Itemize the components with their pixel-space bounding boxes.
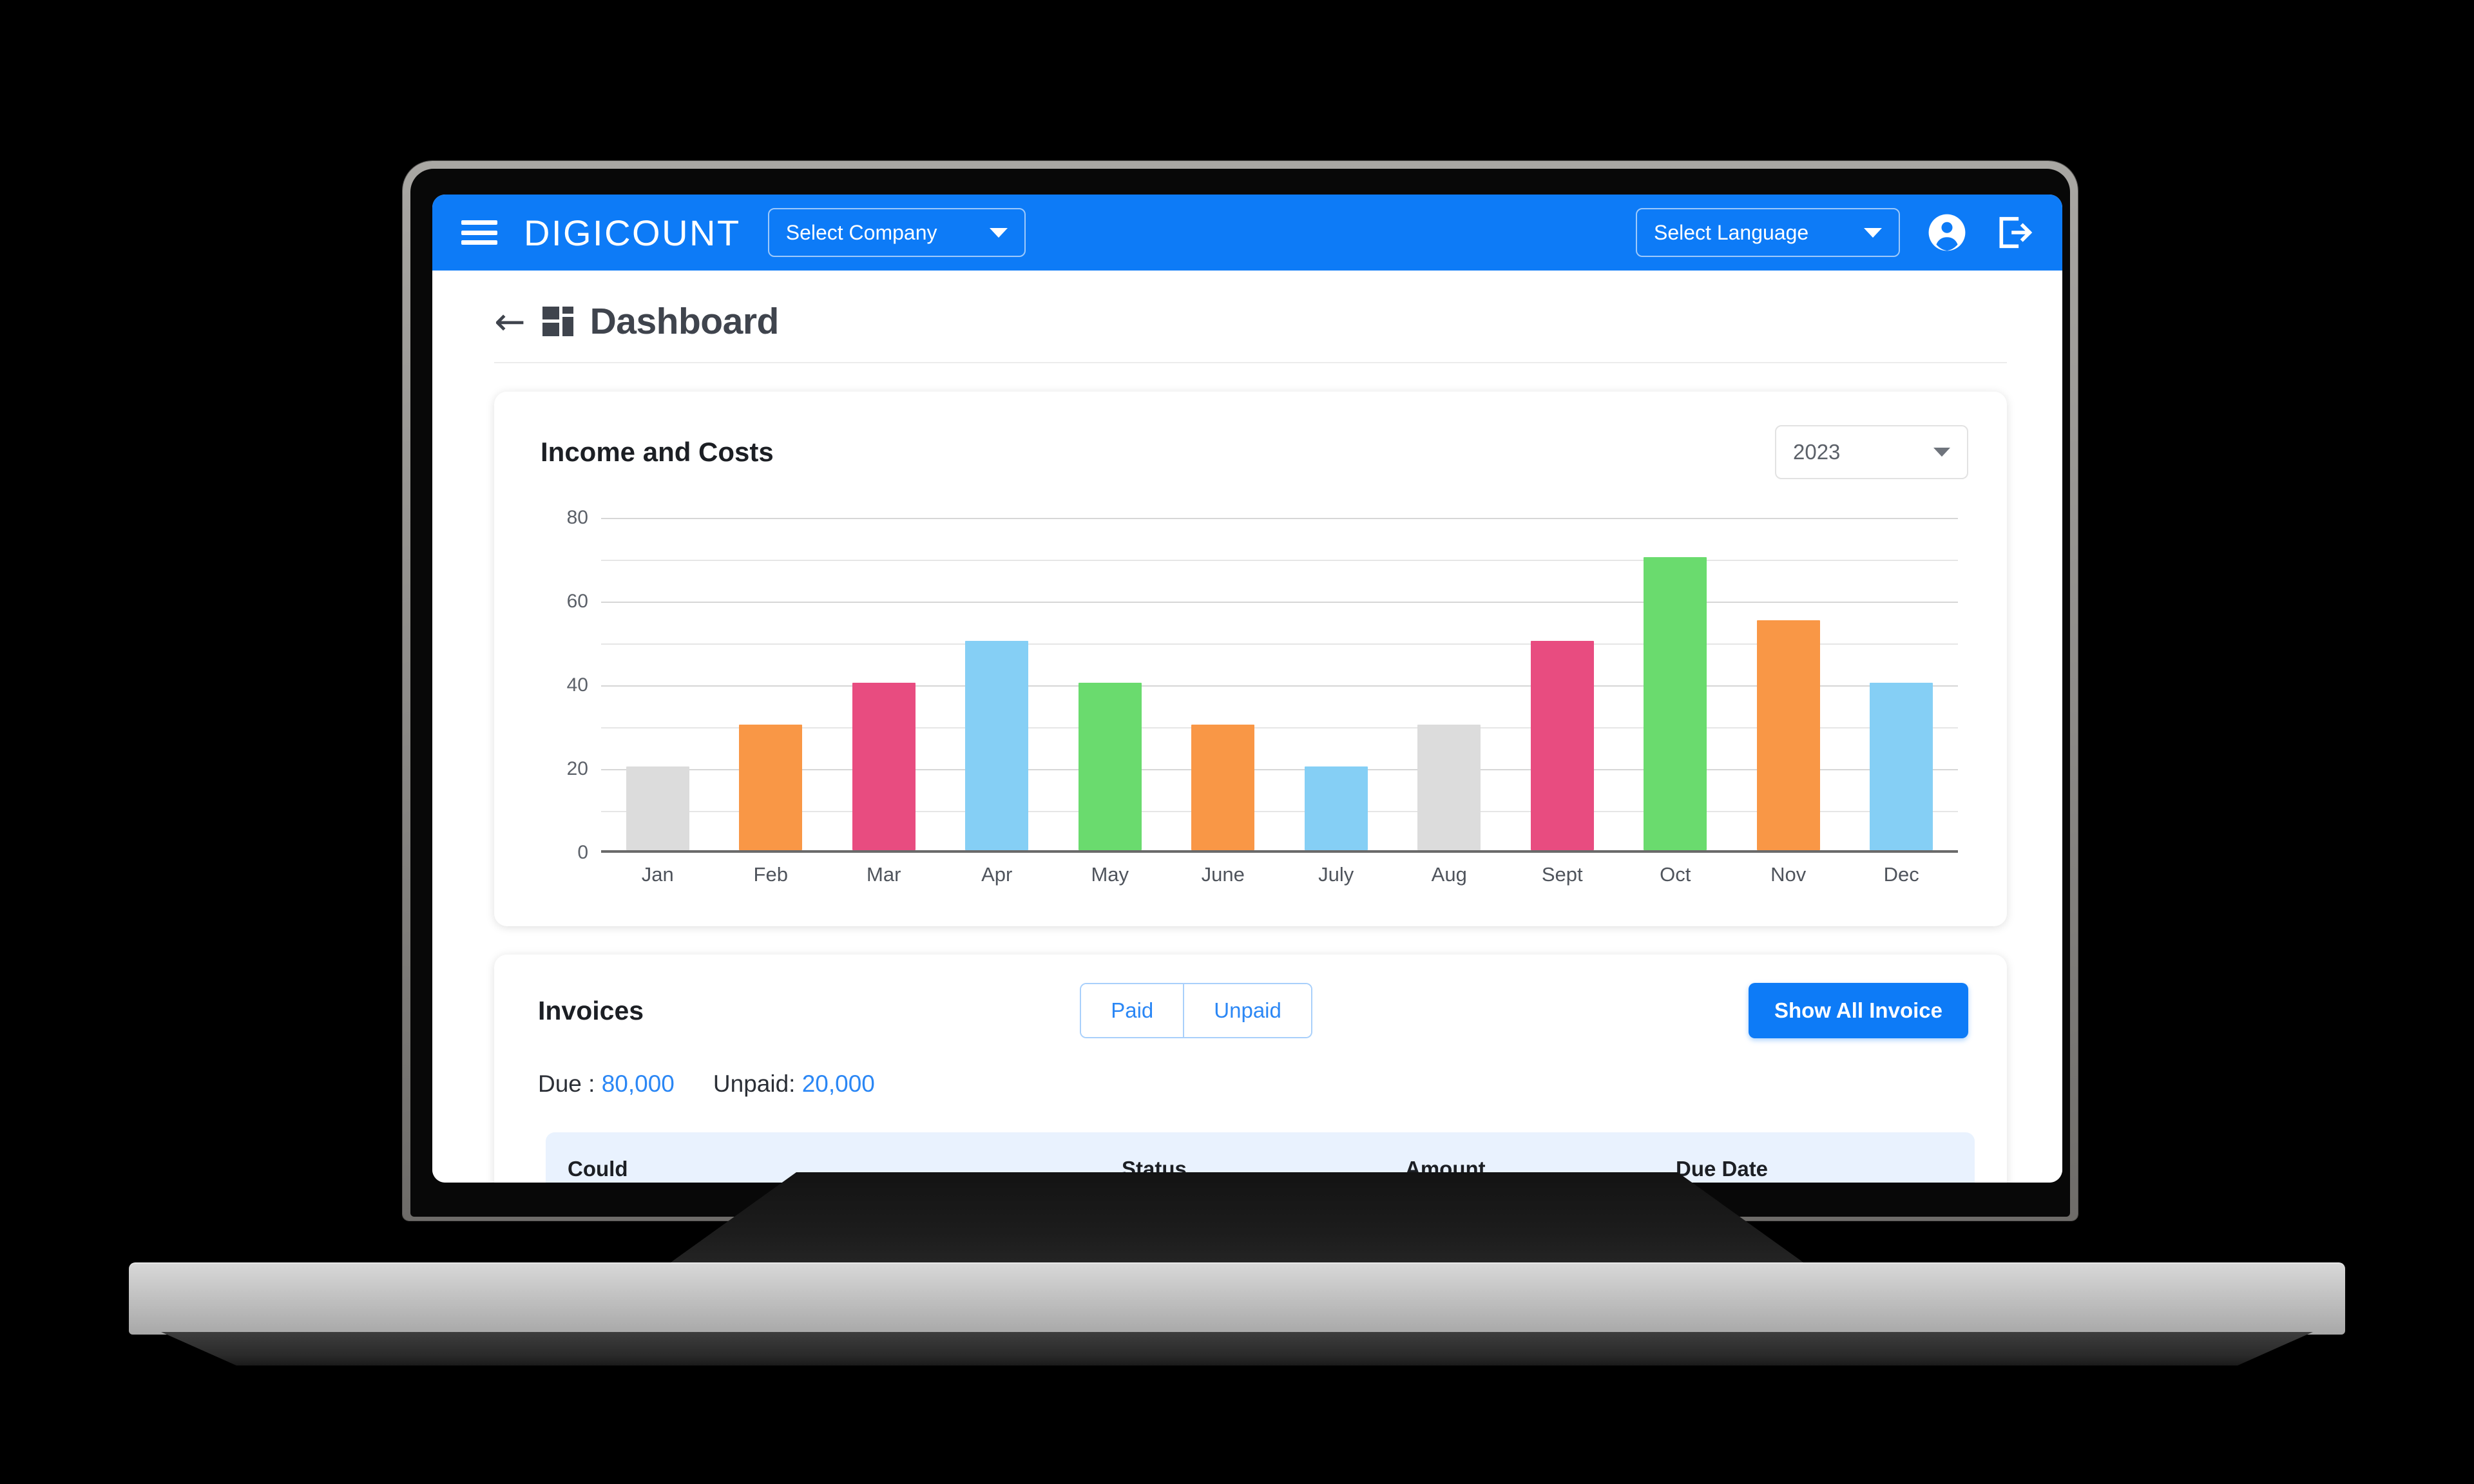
- select-company-dropdown[interactable]: Select Company: [767, 208, 1026, 257]
- show-all-invoice-button[interactable]: Show All Invoice: [1748, 983, 1968, 1038]
- chart-bar[interactable]: [965, 641, 1029, 850]
- due-label: Due :: [538, 1070, 595, 1097]
- chart-bar[interactable]: [1304, 766, 1368, 850]
- chart-bar[interactable]: [1530, 641, 1594, 850]
- x-axis-tick: Nov: [1770, 863, 1807, 886]
- x-axis-tick: May: [1091, 863, 1129, 886]
- chevron-down-icon: [989, 227, 1008, 238]
- chart-bar[interactable]: [1756, 620, 1820, 850]
- bar-slot: [714, 515, 828, 850]
- chart-bar[interactable]: [1417, 725, 1481, 850]
- due-total: Due : 80,000: [538, 1070, 675, 1098]
- chart-bar[interactable]: [1078, 683, 1142, 850]
- invoices-card: Invoices Paid Unpaid Show All Invoice Du…: [494, 955, 2007, 1183]
- select-language-label: Select Language: [1654, 220, 1809, 244]
- x-axis-tick: June: [1201, 863, 1245, 886]
- y-axis-tick: 60: [566, 591, 588, 612]
- logout-icon[interactable]: [1993, 212, 2034, 253]
- tab-paid[interactable]: Paid: [1081, 984, 1184, 1037]
- brand-logo: DIGICOUNT: [524, 212, 741, 253]
- chart-plot-area: [601, 518, 1958, 853]
- select-language-dropdown[interactable]: Select Language: [1636, 208, 1900, 257]
- paid-unpaid-toggle: Paid Unpaid: [1080, 983, 1312, 1038]
- bar-slot: [601, 515, 714, 850]
- table-column-header[interactable]: Due Date: [1676, 1157, 1953, 1181]
- chevron-down-icon: [1933, 448, 1950, 457]
- laptop-keyboard-deck: [657, 1172, 1817, 1272]
- y-axis-tick: 80: [566, 507, 588, 528]
- grid-tile: [542, 323, 559, 336]
- page-title-row: ← Dashboard: [494, 271, 2007, 363]
- screenshot-stage: DIGICOUNT Select Company Select Language: [0, 0, 2474, 1484]
- bar-slot: [1053, 515, 1167, 850]
- header-right-group: Select Language: [1636, 208, 2040, 257]
- y-axis-labels: 0 20 40 60 80: [538, 507, 588, 863]
- x-axis-tick: Oct: [1660, 863, 1691, 886]
- year-select-dropdown[interactable]: 2023: [1775, 425, 1968, 479]
- app-header: DIGICOUNT Select Company Select Language: [432, 195, 2062, 271]
- x-axis-tick: Mar: [867, 863, 901, 886]
- chart-bar[interactable]: [626, 766, 689, 850]
- account-circle-icon[interactable]: [1927, 213, 1967, 252]
- select-company-label: Select Company: [785, 220, 937, 244]
- chart-bar[interactable]: [739, 725, 803, 850]
- x-axis-tick: Dec: [1883, 863, 1919, 886]
- due-value: 80,000: [601, 1070, 675, 1097]
- unpaid-total: Unpaid: 20,000: [713, 1070, 875, 1098]
- income-and-costs-card: Income and Costs 2023 0 20 40 60 80 Jan …: [494, 392, 2007, 926]
- bar-slot: [1732, 515, 1845, 850]
- back-arrow-icon[interactable]: ←: [494, 303, 526, 340]
- bar-slot: [1845, 515, 1959, 850]
- x-axis-tick: Sept: [1541, 863, 1583, 886]
- y-axis-tick: 0: [577, 842, 588, 863]
- chart-card-header: Income and Costs 2023: [526, 419, 1975, 479]
- hamburger-icon[interactable]: [459, 216, 499, 249]
- bar-slot: [1393, 515, 1506, 850]
- bar-slot: [827, 515, 941, 850]
- bar-slot: [1167, 515, 1280, 850]
- x-axis-tick: July: [1318, 863, 1354, 886]
- unpaid-value: 20,000: [801, 1070, 875, 1097]
- year-select-value: 2023: [1793, 440, 1841, 464]
- laptop-foot: [161, 1332, 2313, 1365]
- bar-slot: [1506, 515, 1619, 850]
- x-axis-tick: Feb: [753, 863, 788, 886]
- y-axis-tick: 40: [566, 674, 588, 696]
- invoices-title: Invoices: [538, 995, 644, 1025]
- x-axis-tick: Apr: [981, 863, 1013, 886]
- unpaid-label: Unpaid:: [713, 1070, 796, 1097]
- chart-bars: [601, 515, 1958, 850]
- grid-tile: [562, 307, 573, 314]
- bar-slot: [1619, 515, 1732, 850]
- hamburger-bar: [461, 220, 497, 225]
- bar-slot: [1280, 515, 1393, 850]
- chart-bar[interactable]: [1870, 683, 1933, 850]
- chart-bar[interactable]: [1191, 725, 1255, 850]
- x-axis-tick: Jan: [641, 863, 674, 886]
- tab-unpaid[interactable]: Unpaid: [1183, 984, 1311, 1037]
- chart-bar[interactable]: [852, 683, 916, 850]
- invoices-header: Invoices Paid Unpaid Show All Invoice: [526, 983, 1975, 1038]
- laptop-base: [129, 1262, 2345, 1335]
- dashboard-grid-icon: [542, 307, 573, 336]
- bar-slot: [941, 515, 1054, 850]
- grid-tile: [542, 307, 559, 319]
- page-body: ← Dashboard Income and Costs 2023 0 20 4…: [432, 271, 2062, 1183]
- y-axis-tick: 20: [566, 758, 588, 779]
- chart-title: Income and Costs: [541, 437, 774, 467]
- bar-chart: 0 20 40 60 80 Jan Feb Mar Apr May June July Aug Sept…: [538, 507, 1958, 904]
- hamburger-bar: [461, 230, 497, 235]
- laptop-bezel: DIGICOUNT Select Company Select Language: [410, 169, 2070, 1217]
- page-title: Dashboard: [590, 301, 780, 342]
- x-axis-tick: Aug: [1431, 863, 1467, 886]
- x-axis-labels: Jan Feb Mar Apr May June July Aug Sept Oct Nov Dec: [601, 863, 1958, 886]
- grid-tile: [562, 317, 573, 336]
- chart-bar[interactable]: [1644, 557, 1707, 850]
- hamburger-bar: [461, 240, 497, 245]
- invoice-totals: Due : 80,000 Unpaid: 20,000: [526, 1038, 1975, 1098]
- laptop-screen: DIGICOUNT Select Company Select Language: [432, 195, 2062, 1183]
- chevron-down-icon: [1864, 227, 1882, 238]
- laptop-lid: DIGICOUNT Select Company Select Language: [403, 161, 2078, 1221]
